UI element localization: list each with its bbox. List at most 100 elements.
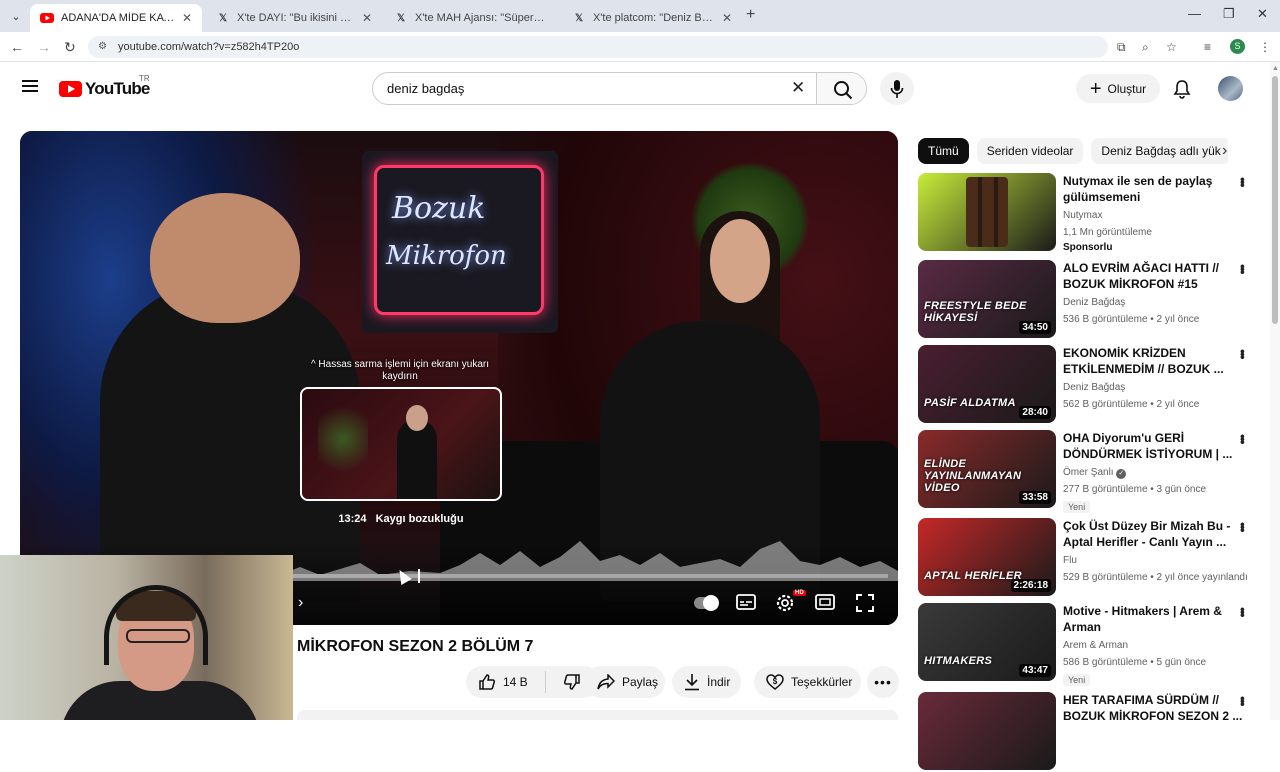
next-chapter-chevron-icon[interactable]: ›	[298, 594, 303, 612]
thanks-button[interactable]: $ Teşekkürler	[754, 666, 861, 698]
download-button[interactable]: İndir	[672, 666, 741, 698]
page-scrollbar[interactable]: ▲	[1270, 62, 1280, 720]
recommended-video[interactable]: Nutymax ile sen de paylaş gülümsemeni Nut…	[918, 173, 1258, 253]
tab-close-icon[interactable]: ✕	[362, 11, 372, 25]
fullscreen-icon[interactable]	[856, 594, 874, 612]
recommended-video-title[interactable]: Nutymax ile sen de paylaş gülümsemeni	[1063, 173, 1243, 205]
new-tab-plus-icon[interactable]: +	[746, 6, 755, 24]
channel-name[interactable]: Nutymax	[1063, 209, 1243, 223]
dislike-icon[interactable]	[563, 673, 581, 691]
video-thumbnail[interactable]: PASİF ALDATMA 28:40	[918, 345, 1056, 423]
video-thumbnail[interactable]: FREESTYLE BEDE HİKAYESİ 34:50	[918, 260, 1056, 338]
chip-channel-uploads[interactable]: Deniz Bağdaş adlı yük	[1091, 138, 1228, 164]
share-label: Paylaş	[622, 675, 659, 689]
recommended-video-title[interactable]: Motive - Hitmakers | Arem & Arman	[1063, 603, 1243, 635]
tab-x-mah[interactable]: 𝕏 X'te MAH Ajansı: "Süper Lig'de	[384, 4, 562, 32]
video-thumbnail[interactable]: HITMAKERS 43:47	[918, 603, 1056, 681]
back-arrow-icon[interactable]: ←	[10, 39, 24, 55]
tab-close-icon[interactable]: ✕	[722, 11, 732, 25]
browser-menu-icon[interactable]: ⋮	[1259, 40, 1271, 54]
preview-person	[397, 419, 437, 499]
progress-played	[293, 574, 395, 578]
install-app-icon[interactable]: ⧉	[1117, 40, 1126, 55]
more-options-icon[interactable]: •••	[1235, 522, 1251, 531]
recommended-video-title[interactable]: EKONOMİK KRİZDEN ETKİLENMEDİM // BOZUK .…	[1063, 345, 1243, 377]
browser-tab-bar: ⌄ ADANA'DA MİDE KATLİAMI // B ✕ 𝕏 X'te D…	[0, 0, 1280, 32]
scroll-up-arrow-icon[interactable]: ▲	[1272, 65, 1279, 72]
video-thumbnail[interactable]: APTAL HERİFLER 2:26:18	[918, 518, 1056, 596]
voice-search-button[interactable]	[880, 72, 914, 105]
subtitles-icon[interactable]	[736, 594, 756, 610]
forward-arrow-icon[interactable]: →	[37, 39, 51, 55]
video-thumbnail[interactable]	[918, 173, 1056, 251]
like-icon[interactable]	[478, 673, 496, 691]
recommended-video-title[interactable]: ALO EVRİM AĞACI HATTI // BOZUK MİKROFON …	[1063, 260, 1243, 292]
recommended-video-title[interactable]: Çok Üst Düzey Bir Mizah Bu - Aptal Herif…	[1063, 518, 1243, 550]
channel-name[interactable]: Flu	[1063, 554, 1243, 568]
chip-series-videos[interactable]: Seriden videolar	[976, 138, 1084, 164]
more-options-icon[interactable]: •••	[1235, 607, 1251, 616]
site-info-icon[interactable]: ⚙	[98, 36, 107, 58]
more-options-icon[interactable]: •••	[1235, 177, 1251, 186]
clear-search-icon[interactable]: ✕	[791, 78, 805, 98]
channel-name[interactable]: Ömer Şanlı ✓	[1063, 466, 1243, 480]
media-controls-icon[interactable]: ≡	[1204, 40, 1211, 54]
theater-mode-icon[interactable]	[815, 594, 835, 610]
channel-name[interactable]: Deniz Bağdaş	[1063, 296, 1243, 310]
recommended-video[interactable]: ELİNDE YAYINLANMAYAN VİDEO 33:58 OHA Diyor…	[918, 430, 1258, 513]
more-actions-icon[interactable]: •••	[867, 666, 899, 698]
tab-youtube-active[interactable]: ADANA'DA MİDE KATLİAMI // B ✕	[30, 4, 202, 32]
search-button[interactable]	[816, 73, 866, 104]
channel-name[interactable]: Deniz Bağdaş	[1063, 381, 1243, 395]
bookmark-star-icon[interactable]: ☆	[1166, 40, 1177, 54]
thanks-label: Teşekkürler	[791, 675, 853, 689]
tab-x-platcom[interactable]: 𝕏 X'te platcom: "Deniz Bağdaş, In ✕	[562, 4, 742, 32]
video-thumbnail[interactable]	[918, 692, 1056, 770]
notifications-bell-icon[interactable]	[1173, 79, 1191, 99]
recommended-video[interactable]: HER TARAFIMA SÜRDÜM // BOZUK MİKROFON SE…	[918, 692, 1258, 772]
recommended-video-title[interactable]: HER TARAFIMA SÜRDÜM // BOZUK MİKROFON SE…	[1063, 692, 1243, 724]
minimize-icon[interactable]: —	[1188, 6, 1201, 21]
recommended-video-title[interactable]: OHA Diyorum'u GERİ DÖNDÜRMEK İSTİYORUM |…	[1063, 430, 1243, 462]
more-options-icon[interactable]: •••	[1235, 696, 1251, 705]
progress-scrubber[interactable]	[417, 569, 420, 583]
user-avatar[interactable]	[1218, 76, 1243, 101]
video-thumbnail[interactable]: ELİNDE YAYINLANMAYAN VİDEO 33:58	[918, 430, 1056, 508]
tab-search-chevron-icon[interactable]: ⌄	[6, 6, 26, 26]
reload-icon[interactable]: ↻	[64, 39, 76, 56]
maximize-icon[interactable]: ❐	[1223, 6, 1235, 22]
chips-next-chevron-icon[interactable]: ›	[1222, 142, 1227, 160]
channel-name[interactable]: Arem & Arman	[1063, 639, 1243, 653]
close-window-icon[interactable]: ✕	[1257, 6, 1268, 22]
neon-sign-line2: Mikrofon	[386, 241, 507, 271]
url-bar[interactable]: ⚙ youtube.com/watch?v=z582h4TP20o	[88, 36, 1108, 58]
scrollbar-thumb[interactable]	[1272, 76, 1278, 324]
seek-hint-text: ^ Hassas sarma işlemi için ekranı yukarı…	[310, 359, 490, 382]
more-options-icon[interactable]: •••	[1235, 349, 1251, 358]
recommended-video[interactable]: APTAL HERİFLER 2:26:18 Çok Üst Düzey Bir M…	[918, 518, 1258, 598]
youtube-logo[interactable]: YouTube TR	[59, 74, 150, 99]
recommended-video[interactable]: HITMAKERS 43:47 Motive - Hitmakers | Arem …	[918, 603, 1258, 686]
tab-x-dayi[interactable]: 𝕏 X'te DAYI: "Bu ikisini kahvaltıda ✕	[206, 4, 382, 32]
hamburger-menu-icon[interactable]	[22, 80, 38, 92]
chip-all[interactable]: Tümü	[918, 138, 969, 164]
browser-profile-avatar[interactable]: S	[1230, 39, 1245, 54]
more-options-icon[interactable]: •••	[1235, 434, 1251, 443]
create-label: Oluştur	[1107, 81, 1147, 96]
recommended-video[interactable]: FREESTYLE BEDE HİKAYESİ 34:50 ALO EVRİM AĞ…	[918, 260, 1258, 340]
zoom-icon[interactable]: ⌕	[1142, 40, 1149, 55]
progress-bar[interactable]	[293, 569, 888, 583]
autoplay-toggle[interactable]	[694, 595, 719, 611]
more-options-icon[interactable]: •••	[1235, 264, 1251, 273]
create-button[interactable]: + Oluştur	[1076, 74, 1160, 103]
share-button[interactable]: Paylaş	[585, 666, 665, 698]
like-count[interactable]: 14 B	[503, 675, 528, 689]
settings-gear-icon[interactable]	[776, 594, 794, 612]
search-box[interactable]: deniz bagdaş ✕	[372, 72, 867, 105]
recommended-video[interactable]: PASİF ALDATMA 28:40 EKONOMİK KRİZDEN ETKİL…	[918, 345, 1258, 425]
video-player[interactable]: Bozuk Mikrofon ^ Hassas sarma işlemi içi…	[20, 131, 898, 625]
tab-close-icon[interactable]: ✕	[182, 11, 192, 25]
search-input[interactable]: deniz bagdaş	[387, 81, 464, 96]
preview-chapter-title: Kaygı bozukluğu	[375, 513, 464, 525]
recommended-video-info: HER TARAFIMA SÜRDÜM // BOZUK MİKROFON SE…	[1063, 692, 1243, 724]
